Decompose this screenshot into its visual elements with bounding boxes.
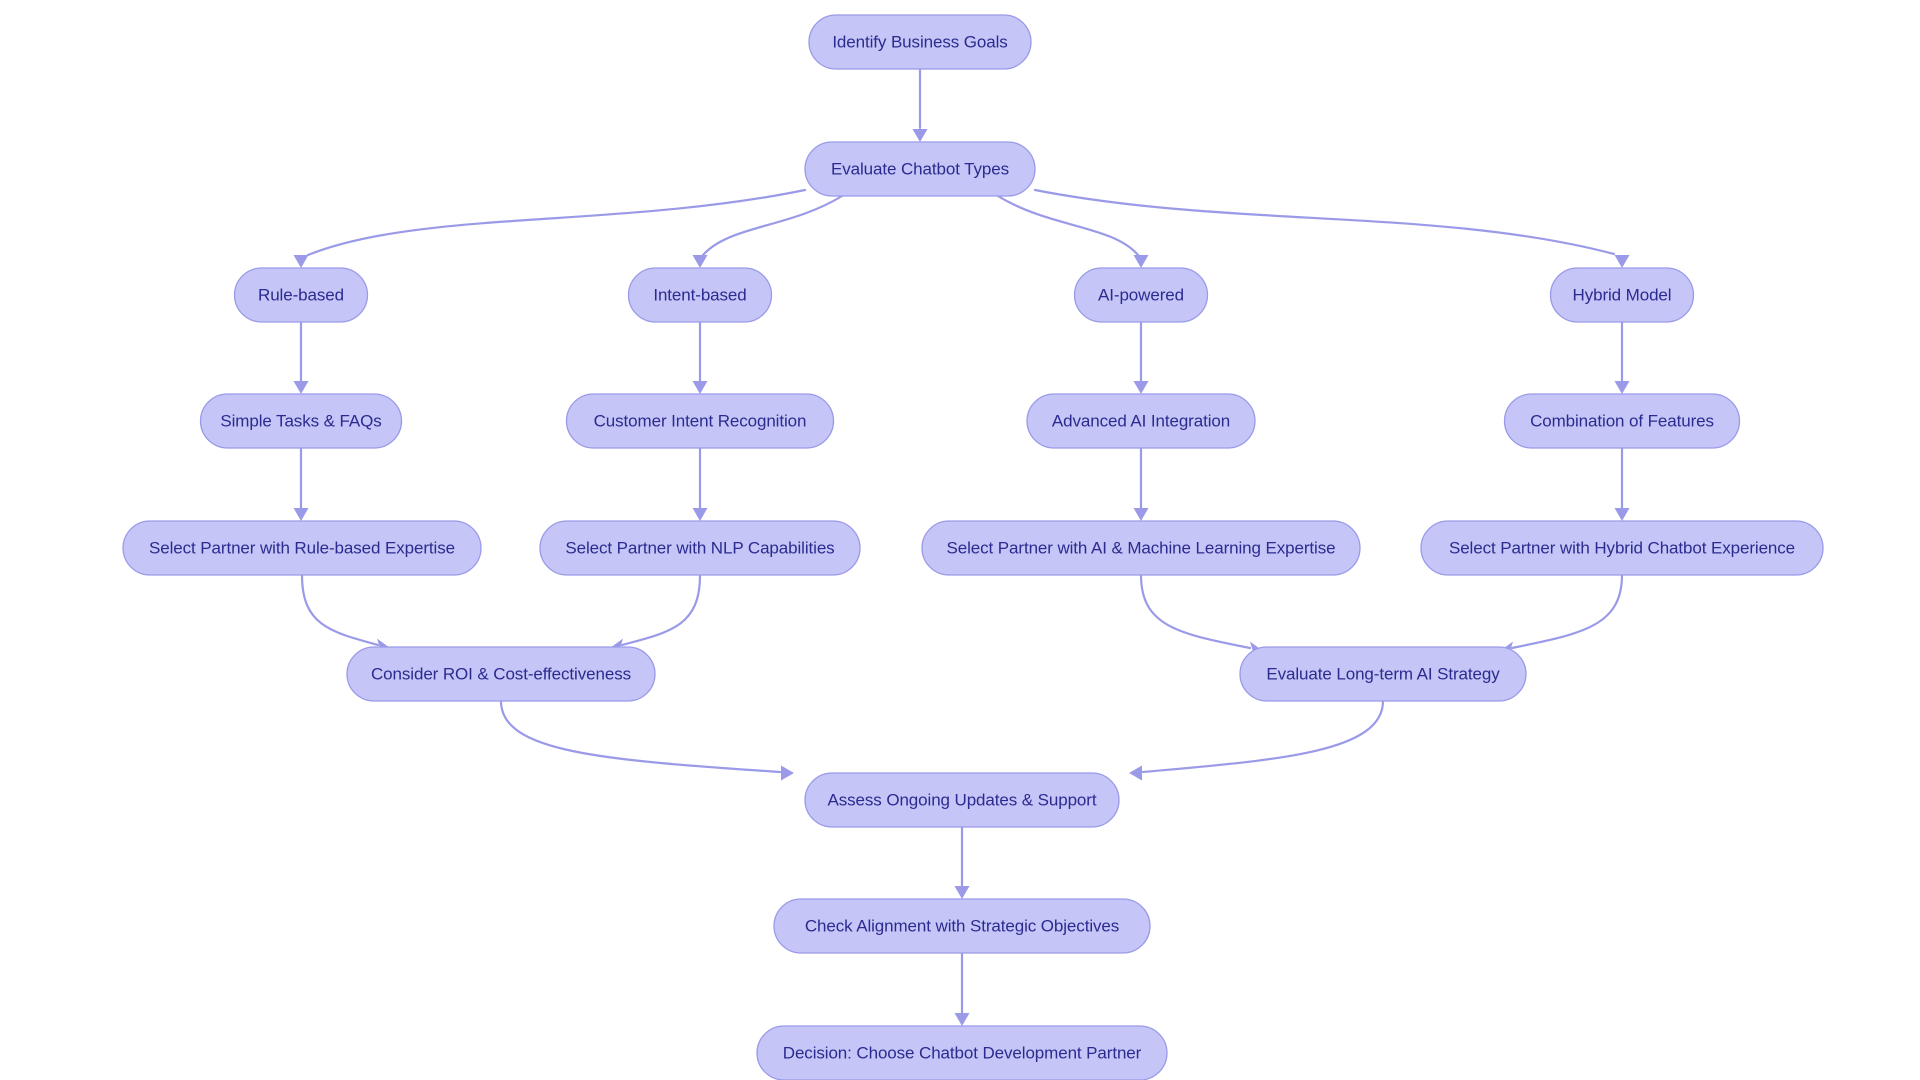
flow-node-n4[interactable]: Intent-based [627, 267, 773, 323]
node-shape[interactable] [1503, 393, 1741, 449]
edge-line [1141, 699, 1385, 774]
edge-n3-to-n7 [293, 320, 309, 394]
edge-n11-to-n15 [300, 573, 390, 657]
arrow-icon [692, 508, 708, 521]
arrow-icon [1614, 255, 1630, 268]
flow-node-n9[interactable]: Advanced AI Integration [1026, 393, 1256, 449]
node-shape[interactable] [921, 520, 1361, 576]
edge-n5-to-n9 [1133, 320, 1149, 394]
edge-n4-to-n8 [692, 320, 708, 394]
arrow-icon [1133, 255, 1149, 268]
edge-line [701, 194, 844, 257]
flow-node-n15[interactable]: Consider ROI & Cost-effectiveness [346, 646, 656, 702]
flow-node-n19[interactable]: Decision: Choose Chatbot Development Par… [756, 1025, 1168, 1080]
flow-node-n14[interactable]: Select Partner with Hybrid Chatbot Exper… [1420, 520, 1824, 576]
edge-n15-to-n17 [499, 699, 794, 781]
flow-node-n13[interactable]: Select Partner with AI & Machine Learnin… [921, 520, 1361, 576]
node-shape[interactable] [804, 772, 1120, 828]
node-shape[interactable] [539, 520, 861, 576]
edge-n2-to-n6 [1033, 188, 1630, 268]
edge-line [1139, 573, 1252, 650]
edge-n2-to-n5 [996, 194, 1149, 268]
arrow-icon [912, 129, 928, 142]
node-shape[interactable] [773, 898, 1151, 954]
arrow-icon [1133, 508, 1149, 521]
edge-line [306, 188, 807, 257]
node-shape[interactable] [804, 141, 1036, 197]
flowchart-canvas: Identify Business Goals Evaluate Chatbot … [0, 0, 1920, 1080]
edge-line [300, 573, 380, 647]
edge-n10-to-n14 [1614, 446, 1630, 521]
edge-line [1033, 188, 1616, 256]
node-shape[interactable] [346, 646, 656, 702]
flow-node-n2[interactable]: Evaluate Chatbot Types [804, 141, 1036, 197]
flow-node-n11[interactable]: Select Partner with Rule-based Expertise [122, 520, 482, 576]
node-layer: Identify Business Goals Evaluate Chatbot … [122, 14, 1824, 1080]
edge-n17-to-n18 [954, 825, 970, 899]
edge-n6-to-n10 [1614, 320, 1630, 394]
arrow-icon [293, 381, 309, 394]
edge-n18-to-n19 [954, 951, 970, 1026]
flow-node-n1[interactable]: Identify Business Goals [808, 14, 1032, 70]
node-shape[interactable] [756, 1025, 1168, 1080]
edge-line [1510, 573, 1624, 650]
edge-n7-to-n11 [293, 446, 309, 521]
flow-node-n17[interactable]: Assess Ongoing Updates & Support [804, 772, 1120, 828]
edge-n13-to-n16 [1139, 573, 1263, 660]
node-shape[interactable] [1073, 267, 1209, 323]
arrow-icon [954, 886, 970, 899]
arrow-icon [293, 255, 309, 268]
edge-line [996, 194, 1140, 257]
edge-n16-to-n17 [1129, 699, 1385, 781]
edge-n1-to-n2 [912, 67, 928, 142]
edge-line [499, 699, 782, 774]
arrow-icon [1129, 765, 1142, 781]
flow-node-n8[interactable]: Customer Intent Recognition [565, 393, 835, 449]
arrow-icon [293, 508, 309, 521]
edge-n2-to-n3 [293, 188, 807, 268]
node-shape[interactable] [199, 393, 403, 449]
flow-node-n18[interactable]: Check Alignment with Strategic Objective… [773, 898, 1151, 954]
node-shape[interactable] [627, 267, 773, 323]
node-shape[interactable] [1239, 646, 1527, 702]
flow-node-n7[interactable]: Simple Tasks & FAQs [199, 393, 403, 449]
flow-node-n3[interactable]: Rule-based [233, 267, 369, 323]
edge-n2-to-n4 [692, 194, 844, 268]
edge-n12-to-n15 [610, 573, 702, 657]
node-shape[interactable] [1549, 267, 1695, 323]
flow-node-n12[interactable]: Select Partner with NLP Capabilities [539, 520, 861, 576]
node-shape[interactable] [1026, 393, 1256, 449]
arrow-icon [692, 381, 708, 394]
flow-node-n5[interactable]: AI-powered [1073, 267, 1209, 323]
edge-n9-to-n13 [1133, 446, 1149, 521]
edge-line [620, 573, 702, 647]
flow-node-n10[interactable]: Combination of Features [1503, 393, 1741, 449]
arrow-icon [1614, 381, 1630, 394]
node-shape[interactable] [1420, 520, 1824, 576]
node-shape[interactable] [565, 393, 835, 449]
arrow-icon [954, 1013, 970, 1026]
edge-n14-to-n16 [1500, 573, 1624, 660]
edge-n8-to-n12 [692, 446, 708, 521]
arrow-icon [1133, 381, 1149, 394]
arrow-icon [692, 255, 708, 268]
flowchart-svg: Identify Business Goals Evaluate Chatbot … [122, 14, 1824, 1080]
node-shape[interactable] [233, 267, 369, 323]
arrow-icon [781, 765, 794, 781]
arrow-icon [1614, 508, 1630, 521]
node-shape[interactable] [122, 520, 482, 576]
node-shape[interactable] [808, 14, 1032, 70]
flow-node-n6[interactable]: Hybrid Model [1549, 267, 1695, 323]
flow-node-n16[interactable]: Evaluate Long-term AI Strategy [1239, 646, 1527, 702]
